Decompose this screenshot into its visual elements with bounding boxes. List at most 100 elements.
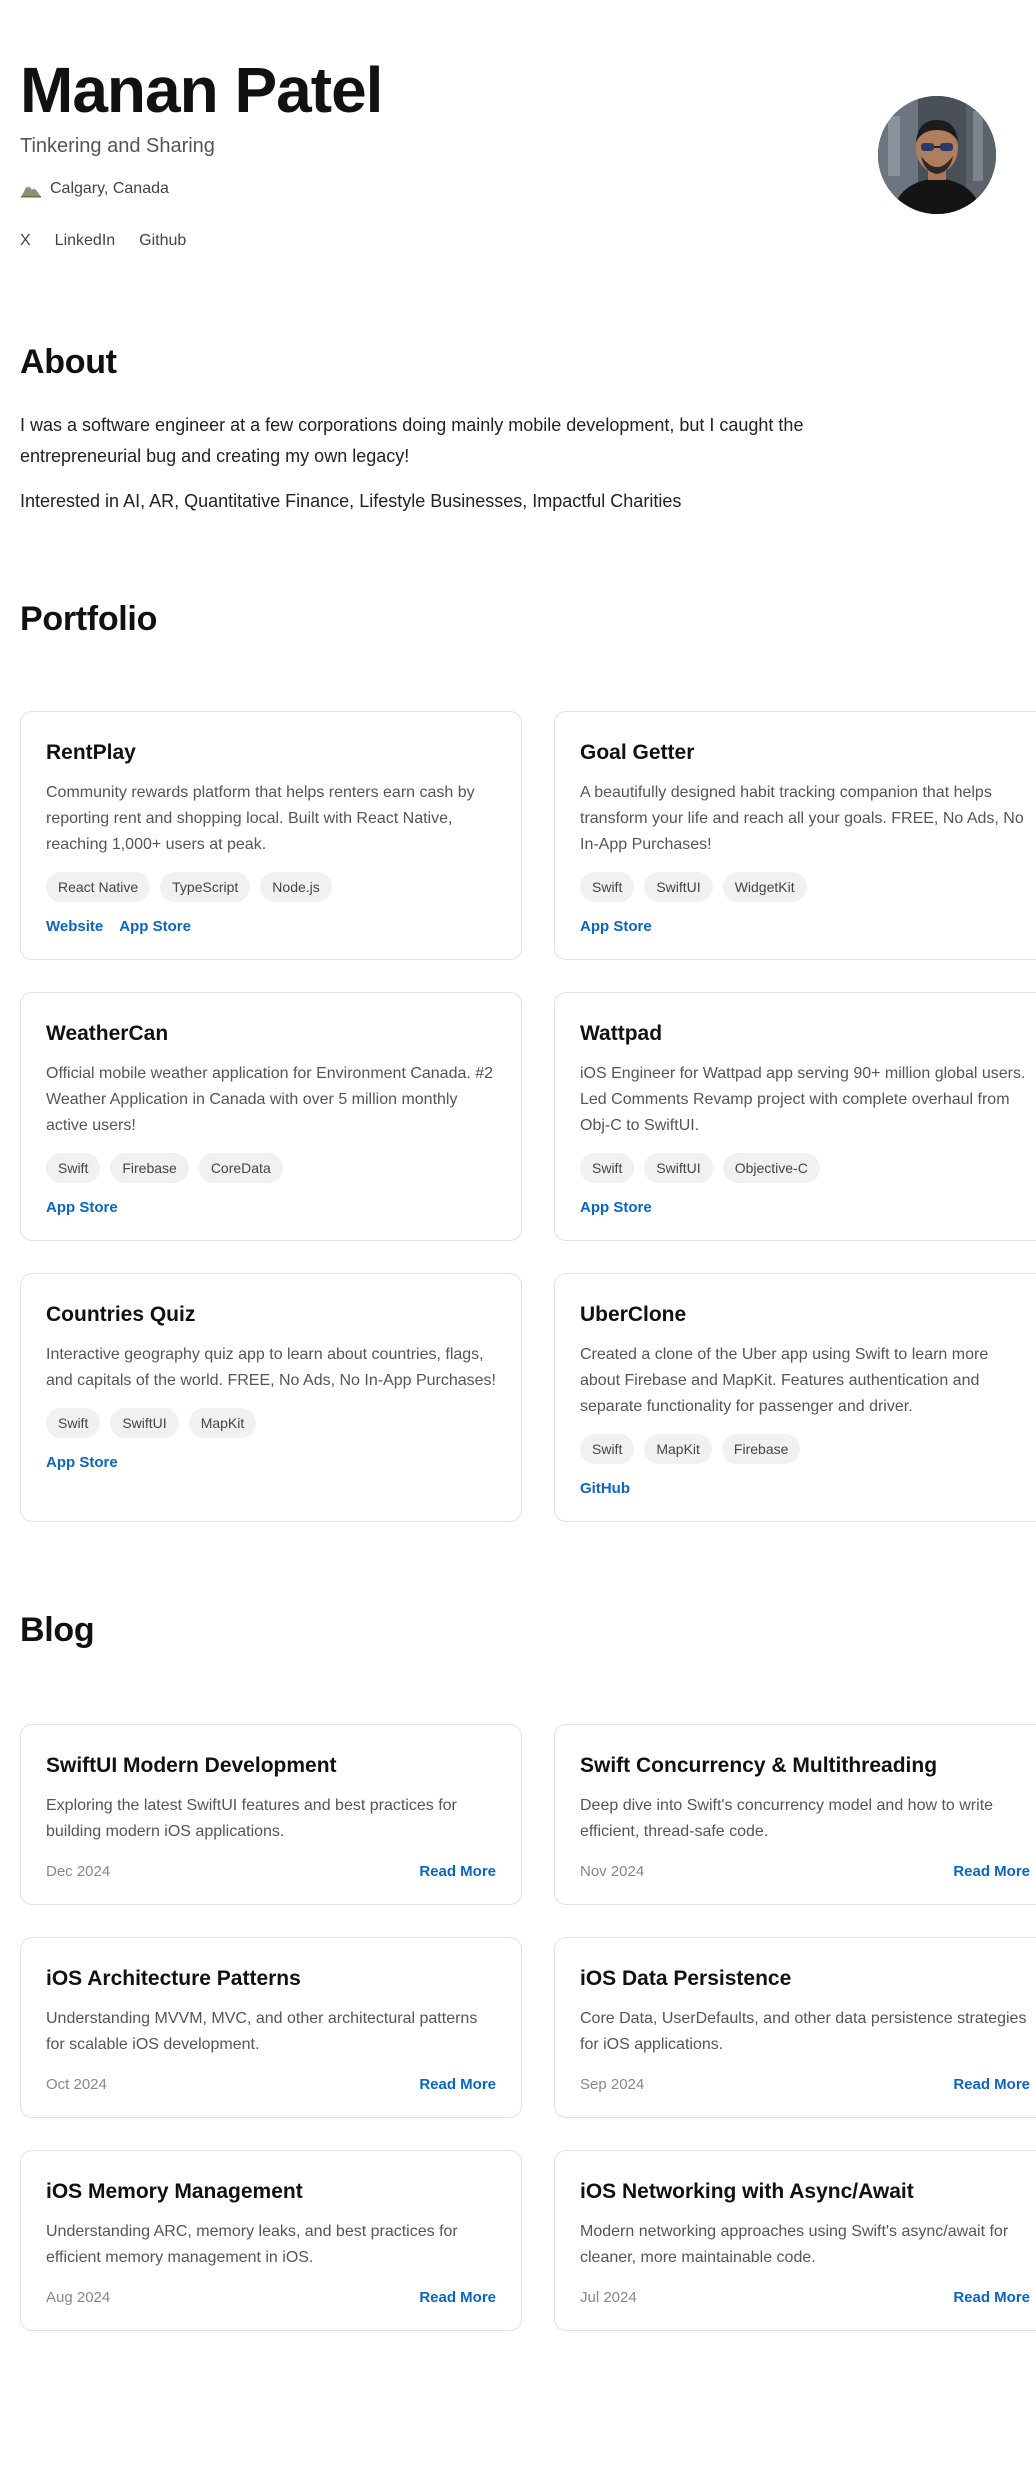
read-more-link[interactable]: Read More [953, 2289, 1030, 2306]
project-card-weathercan: WeatherCan Official mobile weather appli… [20, 992, 522, 1241]
tag: Swift [580, 872, 635, 902]
blog-title: Blog [20, 1611, 95, 1649]
blog-grid: SwiftUI Modern Development Exploring the… [20, 1724, 1036, 2331]
project-title: WeatherCan [46, 1022, 169, 1045]
tag: SwiftUI [644, 872, 713, 902]
project-links: App Store [46, 1454, 496, 1471]
post-title: iOS Data Persistence [580, 1967, 792, 1990]
app-store-link[interactable]: App Store [580, 1199, 652, 1216]
post-footer: Dec 2024 Read More [46, 1863, 496, 1880]
project-title: UberClone [580, 1303, 687, 1326]
project-card-goal-getter: Goal Getter A beautifully designed habit… [554, 711, 1036, 960]
post-description: Exploring the latest SwiftUI features an… [46, 1797, 457, 1840]
project-tags: Swift SwiftUI MapKit [46, 1408, 496, 1438]
post-title: iOS Architecture Patterns [46, 1967, 301, 1990]
read-more-link[interactable]: Read More [419, 1863, 496, 1880]
blog-card: iOS Architecture Patterns Understanding … [20, 1937, 522, 2118]
post-description: Understanding ARC, memory leaks, and bes… [46, 2223, 458, 2266]
tag: Swift [580, 1434, 635, 1464]
tag: React Native [46, 872, 151, 902]
website-link[interactable]: Website [46, 918, 103, 935]
project-title: Goal Getter [580, 741, 695, 764]
profile-location: Calgary, Canada [20, 180, 169, 198]
portfolio-grid: RentPlay Community rewards platform that… [20, 711, 1036, 1522]
project-links: App Store [46, 1199, 496, 1216]
tag: Firebase [721, 1434, 801, 1464]
project-tags: Swift SwiftUI Objective-C [580, 1153, 1030, 1183]
post-date: Jul 2024 [580, 2289, 637, 2306]
post-title: Swift Concurrency & Multithreading [580, 1754, 938, 1777]
linkedin-link[interactable]: LinkedIn [55, 232, 116, 250]
app-store-link[interactable]: App Store [119, 918, 191, 935]
post-date: Aug 2024 [46, 2289, 111, 2306]
project-description: Official mobile weather application for … [46, 1065, 494, 1134]
post-date: Nov 2024 [580, 1863, 645, 1880]
tag: WidgetKit [722, 872, 807, 902]
post-title: SwiftUI Modern Development [46, 1754, 337, 1777]
post-description: Modern networking approaches using Swift… [580, 2223, 1009, 2266]
portfolio-section: Portfolio RentPlay Community rewards pla… [20, 597, 1036, 1522]
blog-card: iOS Memory Management Understanding ARC,… [20, 2150, 522, 2331]
project-title: RentPlay [46, 741, 136, 764]
project-card-rentplay: RentPlay Community rewards platform that… [20, 711, 522, 960]
about-section: About I was a software engineer at a few… [20, 340, 1016, 517]
project-tags: Swift MapKit Firebase [580, 1434, 1030, 1464]
profile-tagline: Tinkering and Sharing [20, 135, 215, 157]
project-links: GitHub [580, 1480, 1030, 1497]
github-link[interactable]: Github [139, 232, 186, 250]
blog-card: iOS Networking with Async/Await Modern n… [554, 2150, 1036, 2331]
app-store-link[interactable]: App Store [46, 1454, 118, 1471]
tag: TypeScript [160, 872, 251, 902]
profile-name: Manan Patel [20, 54, 383, 126]
avatar [878, 96, 996, 214]
read-more-link[interactable]: Read More [419, 2289, 496, 2306]
project-card-wattpad: Wattpad iOS Engineer for Wattpad app ser… [554, 992, 1036, 1241]
post-title: iOS Networking with Async/Await [580, 2180, 914, 2203]
blog-card: iOS Data Persistence Core Data, UserDefa… [554, 1937, 1036, 2118]
post-footer: Nov 2024 Read More [580, 1863, 1030, 1880]
project-title: Wattpad [580, 1022, 663, 1045]
post-description: Core Data, UserDefaults, and other data … [580, 2010, 1027, 2053]
post-date: Sep 2024 [580, 2076, 645, 2093]
project-description: iOS Engineer for Wattpad app serving 90+… [580, 1065, 1026, 1134]
read-more-link[interactable]: Read More [953, 2076, 1030, 2093]
mountain-icon [20, 180, 42, 198]
post-footer: Sep 2024 Read More [580, 2076, 1030, 2093]
post-date: Dec 2024 [46, 1863, 111, 1880]
tag: MapKit [644, 1434, 712, 1464]
post-footer: Aug 2024 Read More [46, 2289, 496, 2306]
post-date: Oct 2024 [46, 2076, 107, 2093]
github-link[interactable]: GitHub [580, 1480, 630, 1497]
project-links: Website App Store [46, 918, 496, 935]
profile-header: Manan Patel Tinkering and Sharing Calgar… [20, 0, 1016, 280]
project-tags: Swift Firebase CoreData [46, 1153, 496, 1183]
blog-card: SwiftUI Modern Development Exploring the… [20, 1724, 522, 1905]
project-tags: React Native TypeScript Node.js [46, 872, 496, 902]
tag: SwiftUI [644, 1153, 713, 1183]
project-card-uberclone: UberClone Created a clone of the Uber ap… [554, 1273, 1036, 1522]
project-links: App Store [580, 1199, 1030, 1216]
app-store-link[interactable]: App Store [46, 1199, 118, 1216]
tag: Swift [46, 1153, 101, 1183]
x-link[interactable]: X [20, 232, 31, 250]
project-tags: Swift SwiftUI WidgetKit [580, 872, 1030, 902]
post-description: Deep dive into Swift's concurrency model… [580, 1797, 994, 1840]
project-card-countries-quiz: Countries Quiz Interactive geography qui… [20, 1273, 522, 1522]
social-links: X LinkedIn Github [20, 232, 186, 250]
project-links: App Store [580, 918, 1030, 935]
tag: Firebase [110, 1153, 189, 1183]
tag: Swift [580, 1153, 635, 1183]
tag: SwiftUI [110, 1408, 179, 1438]
project-description: A beautifully designed habit tracking co… [580, 784, 1024, 853]
app-store-link[interactable]: App Store [580, 918, 652, 935]
project-title: Countries Quiz [46, 1303, 196, 1326]
project-description: Interactive geography quiz app to learn … [46, 1346, 496, 1389]
tag: Node.js [260, 872, 332, 902]
tag: Swift [46, 1408, 101, 1438]
post-footer: Jul 2024 Read More [580, 2289, 1030, 2306]
tag: MapKit [188, 1408, 257, 1438]
read-more-link[interactable]: Read More [419, 2076, 496, 2093]
about-paragraph: I was a software engineer at a few corpo… [20, 415, 804, 466]
read-more-link[interactable]: Read More [953, 1863, 1030, 1880]
post-description: Understanding MVVM, MVC, and other archi… [46, 2010, 478, 2053]
